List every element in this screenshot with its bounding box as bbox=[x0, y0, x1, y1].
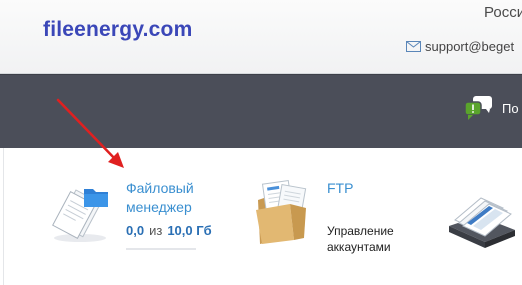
file-manager-icon[interactable] bbox=[48, 180, 112, 244]
ftp-folder-icon[interactable] bbox=[250, 178, 312, 246]
site-header: fileenergy.com Росси support@beget bbox=[0, 0, 522, 74]
mail-icon bbox=[406, 41, 421, 52]
disk-used: 0,0 bbox=[126, 223, 145, 238]
file-manager-title[interactable]: Файловый менеджер bbox=[126, 179, 194, 217]
chat-bubbles-icon bbox=[464, 94, 494, 122]
disk-of-label: из bbox=[149, 223, 163, 238]
file-manager-title-line1[interactable]: Файловый bbox=[126, 179, 194, 198]
ftp-subtitle[interactable]: Управление аккаунтами bbox=[327, 223, 417, 255]
ftp-subtitle-line2[interactable]: аккаунтами bbox=[327, 239, 417, 255]
brand-watermark: fileenergy.com bbox=[43, 18, 193, 41]
ftp-subtitle-line1[interactable]: Управление bbox=[327, 223, 417, 239]
file-manager-title-line2[interactable]: менеджер bbox=[126, 198, 194, 217]
chat-label[interactable]: По bbox=[502, 101, 519, 116]
disk-total: 10,0 Гб bbox=[167, 223, 212, 238]
panel-left-rule bbox=[3, 148, 4, 285]
annotation-arrow bbox=[52, 96, 132, 176]
support-email[interactable]: support@beget bbox=[425, 39, 514, 54]
disk-usage: 0,0 из 10,0 Гб bbox=[126, 223, 212, 238]
disk-usage-bar bbox=[126, 248, 196, 250]
ftp-title[interactable]: FTP bbox=[327, 179, 353, 198]
support-chat-link[interactable]: По bbox=[464, 94, 519, 122]
country-label[interactable]: Росси bbox=[484, 4, 522, 21]
support-contact[interactable]: support@beget bbox=[406, 39, 514, 54]
accounts-tray-icon[interactable] bbox=[445, 190, 517, 248]
